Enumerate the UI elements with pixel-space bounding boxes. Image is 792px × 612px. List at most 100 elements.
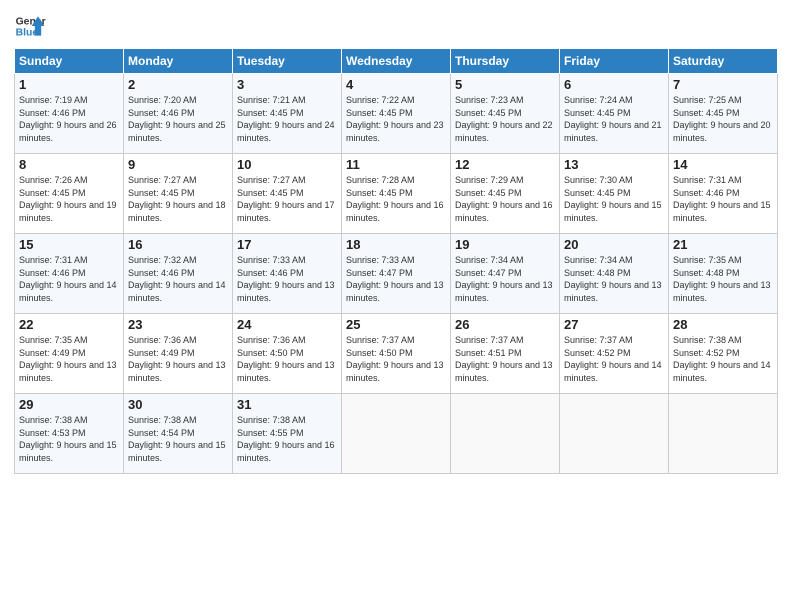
cell-info: Sunrise: 7:37 AMSunset: 4:50 PMDaylight:… [346,334,446,384]
cell-info: Sunrise: 7:22 AMSunset: 4:45 PMDaylight:… [346,94,446,144]
calendar-cell: 6 Sunrise: 7:24 AMSunset: 4:45 PMDaylight… [560,74,669,154]
day-header-friday: Friday [560,49,669,74]
day-number: 3 [237,77,337,92]
cell-info: Sunrise: 7:31 AMSunset: 4:46 PMDaylight:… [19,254,119,304]
cell-info: Sunrise: 7:35 AMSunset: 4:48 PMDaylight:… [673,254,773,304]
logo: General Blue [14,10,46,42]
calendar-cell: 4 Sunrise: 7:22 AMSunset: 4:45 PMDaylight… [342,74,451,154]
cell-info: Sunrise: 7:38 AMSunset: 4:54 PMDaylight:… [128,414,228,464]
calendar-cell: 30 Sunrise: 7:38 AMSunset: 4:54 PMDayligh… [124,394,233,474]
calendar-cell: 13Sunrise: 7:30 AMSunset: 4:45 PMDayligh… [560,154,669,234]
cell-info: Sunrise: 7:37 AMSunset: 4:51 PMDaylight:… [455,334,555,384]
cell-info: Sunrise: 7:29 AMSunset: 4:45 PMDaylight:… [455,174,555,224]
calendar-cell: 26Sunrise: 7:37 AMSunset: 4:51 PMDayligh… [451,314,560,394]
cell-info: Sunrise: 7:24 AMSunset: 4:45 PMDaylight:… [564,94,664,144]
calendar-cell [342,394,451,474]
calendar-cell: 25 Sunrise: 7:37 AMSunset: 4:50 PMDayligh… [342,314,451,394]
day-number: 21 [673,237,773,252]
day-header-thursday: Thursday [451,49,560,74]
calendar-cell: 16 Sunrise: 7:32 AMSunset: 4:46 PMDayligh… [124,234,233,314]
cell-info: Sunrise: 7:38 AMSunset: 4:53 PMDaylight:… [19,414,119,464]
header: General Blue [14,10,778,42]
cell-info: Sunrise: 7:34 AMSunset: 4:48 PMDaylight:… [564,254,664,304]
cell-info: Sunrise: 7:33 AMSunset: 4:46 PMDaylight:… [237,254,337,304]
cell-info: Sunrise: 7:37 AMSunset: 4:52 PMDaylight:… [564,334,664,384]
cell-info: Sunrise: 7:19 AMSunset: 4:46 PMDaylight:… [19,94,119,144]
day-number: 6 [564,77,664,92]
day-number: 10 [237,157,337,172]
day-header-tuesday: Tuesday [233,49,342,74]
calendar-cell: 9Sunrise: 7:27 AMSunset: 4:45 PMDaylight… [124,154,233,234]
calendar-cell: 7 Sunrise: 7:25 AMSunset: 4:45 PMDaylight… [669,74,778,154]
day-header-wednesday: Wednesday [342,49,451,74]
calendar-cell: 8Sunrise: 7:26 AMSunset: 4:45 PMDaylight… [15,154,124,234]
calendar-cell: 19 Sunrise: 7:34 AMSunset: 4:47 PMDayligh… [451,234,560,314]
day-number: 5 [455,77,555,92]
calendar-cell: 31 Sunrise: 7:38 AMSunset: 4:55 PMDayligh… [233,394,342,474]
calendar-cell [451,394,560,474]
day-number: 27 [564,317,664,332]
cell-info: Sunrise: 7:26 AMSunset: 4:45 PMDaylight:… [19,174,119,224]
calendar-cell [560,394,669,474]
calendar-table: SundayMondayTuesdayWednesdayThursdayFrid… [14,48,778,474]
cell-info: Sunrise: 7:21 AMSunset: 4:45 PMDaylight:… [237,94,337,144]
calendar-cell [669,394,778,474]
day-number: 22 [19,317,119,332]
cell-info: Sunrise: 7:36 AMSunset: 4:50 PMDaylight:… [237,334,337,384]
cell-info: Sunrise: 7:30 AMSunset: 4:45 PMDaylight:… [564,174,664,224]
calendar-cell: 11 Sunrise: 7:28 AMSunset: 4:45 PMDayligh… [342,154,451,234]
day-number: 19 [455,237,555,252]
cell-info: Sunrise: 7:33 AMSunset: 4:47 PMDaylight:… [346,254,446,304]
calendar-cell: 29 Sunrise: 7:38 AMSunset: 4:53 PMDayligh… [15,394,124,474]
day-number: 11 [346,157,446,172]
cell-info: Sunrise: 7:28 AMSunset: 4:45 PMDaylight:… [346,174,446,224]
day-number: 18 [346,237,446,252]
day-number: 25 [346,317,446,332]
day-number: 28 [673,317,773,332]
calendar-cell: 22 Sunrise: 7:35 AMSunset: 4:49 PMDayligh… [15,314,124,394]
day-number: 12 [455,157,555,172]
day-number: 29 [19,397,119,412]
logo-icon: General Blue [14,10,46,42]
day-header-sunday: Sunday [15,49,124,74]
day-number: 24 [237,317,337,332]
calendar-cell: 28 Sunrise: 7:38 AMSunset: 4:52 PMDayligh… [669,314,778,394]
calendar-cell: 12 Sunrise: 7:29 AMSunset: 4:45 PMDayligh… [451,154,560,234]
calendar-cell: 1 Sunrise: 7:19 AMSunset: 4:46 PMDaylight… [15,74,124,154]
calendar-cell: 23Sunrise: 7:36 AMSunset: 4:49 PMDayligh… [124,314,233,394]
cell-info: Sunrise: 7:35 AMSunset: 4:49 PMDaylight:… [19,334,119,384]
calendar-cell: 17 Sunrise: 7:33 AMSunset: 4:46 PMDayligh… [233,234,342,314]
calendar-cell: 14Sunrise: 7:31 AMSunset: 4:46 PMDayligh… [669,154,778,234]
calendar-week-row: 8Sunrise: 7:26 AMSunset: 4:45 PMDaylight… [15,154,778,234]
cell-info: Sunrise: 7:38 AMSunset: 4:55 PMDaylight:… [237,414,337,464]
cell-info: Sunrise: 7:27 AMSunset: 4:45 PMDaylight:… [237,174,337,224]
calendar-cell: 15 Sunrise: 7:31 AMSunset: 4:46 PMDayligh… [15,234,124,314]
cell-info: Sunrise: 7:25 AMSunset: 4:45 PMDaylight:… [673,94,773,144]
day-number: 17 [237,237,337,252]
cell-info: Sunrise: 7:34 AMSunset: 4:47 PMDaylight:… [455,254,555,304]
day-number: 30 [128,397,228,412]
day-number: 2 [128,77,228,92]
calendar-week-row: 29 Sunrise: 7:38 AMSunset: 4:53 PMDayligh… [15,394,778,474]
day-number: 7 [673,77,773,92]
cell-info: Sunrise: 7:38 AMSunset: 4:52 PMDaylight:… [673,334,773,384]
calendar-cell: 24 Sunrise: 7:36 AMSunset: 4:50 PMDayligh… [233,314,342,394]
day-number: 15 [19,237,119,252]
main-container: General Blue SundayMondayTuesdayWednesda… [0,0,792,482]
day-number: 1 [19,77,119,92]
calendar-week-row: 15 Sunrise: 7:31 AMSunset: 4:46 PMDayligh… [15,234,778,314]
day-number: 31 [237,397,337,412]
day-header-saturday: Saturday [669,49,778,74]
calendar-cell: 21 Sunrise: 7:35 AMSunset: 4:48 PMDayligh… [669,234,778,314]
cell-info: Sunrise: 7:27 AMSunset: 4:45 PMDaylight:… [128,174,228,224]
day-number: 16 [128,237,228,252]
day-number: 4 [346,77,446,92]
cell-info: Sunrise: 7:36 AMSunset: 4:49 PMDaylight:… [128,334,228,384]
calendar-cell: 20Sunrise: 7:34 AMSunset: 4:48 PMDayligh… [560,234,669,314]
cell-info: Sunrise: 7:20 AMSunset: 4:46 PMDaylight:… [128,94,228,144]
calendar-cell: 5Sunrise: 7:23 AMSunset: 4:45 PMDaylight… [451,74,560,154]
calendar-header: SundayMondayTuesdayWednesdayThursdayFrid… [15,49,778,74]
calendar-week-row: 1 Sunrise: 7:19 AMSunset: 4:46 PMDaylight… [15,74,778,154]
cell-info: Sunrise: 7:31 AMSunset: 4:46 PMDaylight:… [673,174,773,224]
cell-info: Sunrise: 7:32 AMSunset: 4:46 PMDaylight:… [128,254,228,304]
